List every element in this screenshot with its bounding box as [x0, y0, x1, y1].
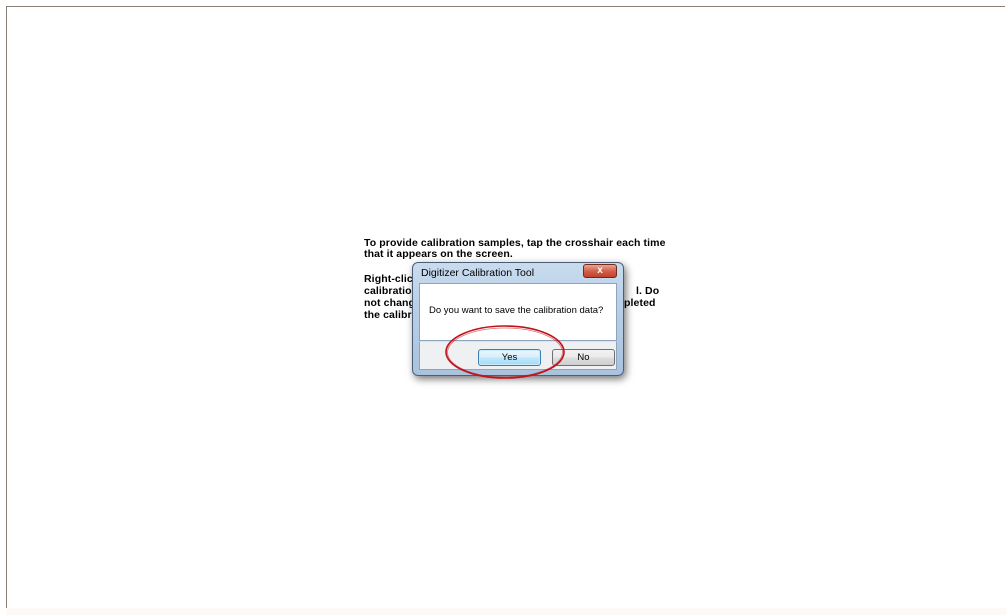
close-icon: x — [597, 265, 603, 276]
no-button[interactable]: No — [552, 349, 615, 366]
dialog-button-bar: Yes No — [419, 341, 617, 370]
close-button[interactable]: x — [583, 264, 617, 278]
instruction-paragraph2-line2: calibration — [364, 285, 419, 297]
instruction-paragraph2-line1: Right-click — [364, 273, 419, 285]
screen-background: To provide calibration samples, tap the … — [0, 0, 1006, 615]
instruction-paragraph2-right-1: l. Do — [636, 285, 660, 297]
save-calibration-dialog: Digitizer Calibration Tool x Do you want… — [412, 262, 624, 376]
dialog-message: Do you want to save the calibration data… — [429, 305, 604, 316]
bottom-strip — [6, 608, 1006, 615]
instruction-paragraph2-line4: the calibra — [364, 309, 418, 321]
instruction-line-2: that it appears on the screen. — [364, 248, 513, 260]
yes-button[interactable]: Yes — [478, 349, 541, 366]
dialog-title: Digitizer Calibration Tool — [421, 267, 535, 279]
dialog-body: Do you want to save the calibration data… — [419, 283, 617, 341]
instruction-paragraph2-right-2: pleted — [624, 297, 656, 309]
